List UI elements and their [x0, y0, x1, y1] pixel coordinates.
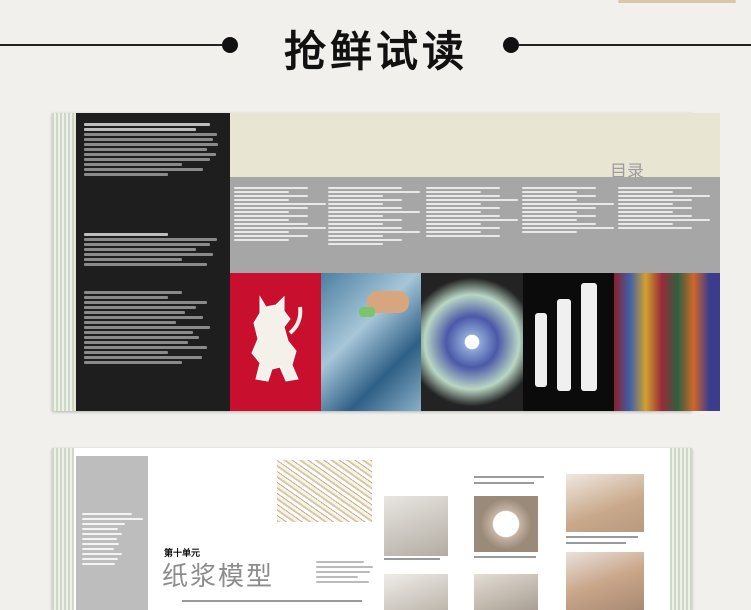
toc-column-2 [328, 185, 420, 247]
step-caption [566, 536, 638, 538]
step-photo [474, 574, 538, 610]
step-photo [384, 574, 448, 610]
step-caption [384, 558, 440, 560]
step-photo [566, 552, 644, 610]
colorful-strips-photo [614, 273, 720, 411]
header-dot-right [503, 37, 519, 53]
step-caption [474, 556, 536, 558]
book-spread-chapter: 第十单元 纸浆模型 [52, 448, 692, 610]
page-edge-left [52, 448, 74, 610]
header-rule-left [0, 44, 222, 46]
page-title: 抢鲜试读 [283, 27, 468, 76]
sidebar-note-panel [76, 456, 148, 610]
contents-list [230, 177, 720, 273]
header-dot-left [222, 37, 238, 53]
pillar-shape [535, 313, 547, 387]
pillar-shape [581, 283, 597, 391]
decorative-strip [618, 0, 736, 3]
book-spread-contents: 目录 [52, 113, 720, 411]
header: 抢鲜试读 [0, 0, 751, 100]
toc-column-1 [234, 185, 326, 243]
step-photo [384, 496, 448, 556]
toc-column-5 [618, 185, 710, 231]
step-photo [474, 496, 538, 552]
paper-pillars-photo [523, 273, 614, 411]
toc-column-3 [426, 185, 518, 239]
toc-column-4 [522, 185, 614, 235]
paper-cut-cat-photo [230, 273, 321, 411]
cip-data-block [84, 231, 224, 268]
header-rule-right [519, 44, 751, 46]
chapter-title: 纸浆模型 [162, 562, 275, 592]
step-caption [566, 542, 626, 544]
step-caption [474, 482, 534, 484]
body-text-line [182, 600, 362, 602]
contents-header-area [230, 113, 720, 177]
shredded-paper-photo [277, 460, 372, 522]
step-caption [474, 476, 544, 478]
copyright-page [76, 113, 230, 411]
paper-cat-figure [251, 295, 303, 382]
paper-star-sphere-photo [421, 273, 523, 411]
intro-text-block [316, 558, 376, 586]
step-photo [566, 474, 644, 532]
paper-weaving-photo [321, 273, 421, 411]
publisher-info-block [84, 289, 224, 366]
page-edge-left [52, 113, 74, 411]
pillar-shape [557, 299, 571, 391]
green-tool-shape [359, 307, 375, 317]
page-edge-right [670, 448, 692, 610]
copyright-text-block [84, 121, 224, 178]
